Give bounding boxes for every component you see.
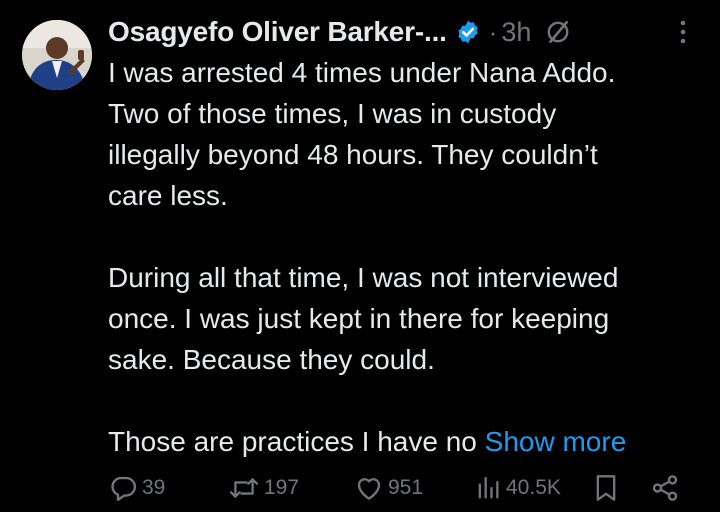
like-button[interactable]: 951 <box>354 470 423 506</box>
text-line: illegally beyond 48 hours. They couldn’t <box>108 139 598 170</box>
share-icon <box>652 475 678 501</box>
bookmark-button[interactable] <box>592 470 620 506</box>
tweet-paragraph: I was arrested 4 times under Nana Addo. … <box>108 52 708 216</box>
text-line: Those are practices I have no Show more <box>108 421 708 462</box>
repost-count: 197 <box>264 476 300 499</box>
repost-icon <box>229 478 259 498</box>
more-options-button[interactable] <box>676 17 690 47</box>
show-more-link[interactable]: Show more <box>485 426 627 457</box>
tweet-paragraph: Those are practices I have no Show more <box>108 421 708 462</box>
text-line: care less. <box>108 180 228 211</box>
more-vertical-icon <box>676 17 690 47</box>
action-bar: 39 197 951 40.5K <box>108 470 688 506</box>
text-line: I was arrested 4 times under Nana Addo. <box>108 57 616 88</box>
text-line: once. I was just kept in there for keepi… <box>108 303 610 334</box>
heart-icon <box>357 478 381 500</box>
timestamp[interactable]: 3h <box>501 17 531 48</box>
text-line: Two of those times, I was in custody <box>108 98 557 129</box>
tweet-text: I was arrested 4 times under Nana Addo. … <box>108 52 708 462</box>
repost-button[interactable]: 197 <box>228 470 299 506</box>
text-line: During all that time, I was not intervie… <box>108 262 619 293</box>
tweet-paragraph: During all that time, I was not intervie… <box>108 257 708 380</box>
share-button[interactable] <box>650 470 680 506</box>
views-button[interactable]: 40.5K <box>474 470 561 506</box>
reply-icon <box>111 476 137 502</box>
like-count: 951 <box>388 476 424 499</box>
text-line: sake. Because they could. <box>108 344 435 375</box>
tweet-header: Osagyefo Oliver Barker-... · 3h <box>108 14 708 50</box>
views-count: 40.5K <box>506 476 561 499</box>
verified-badge-icon[interactable] <box>455 19 481 45</box>
reply-count: 39 <box>142 476 166 499</box>
views-icon <box>478 476 499 499</box>
text-fragment: Those are practices I have no <box>108 426 485 457</box>
meta-separator: · <box>488 16 498 47</box>
tweet: Osagyefo Oliver Barker-... · 3h I was ar… <box>0 0 720 512</box>
bookmark-icon <box>596 475 616 501</box>
avatar[interactable] <box>22 20 92 90</box>
reply-button[interactable]: 39 <box>108 470 165 506</box>
author-name[interactable]: Osagyefo Oliver Barker-... <box>108 16 447 48</box>
grok-icon[interactable] <box>545 19 571 45</box>
avatar-photo <box>22 20 92 90</box>
